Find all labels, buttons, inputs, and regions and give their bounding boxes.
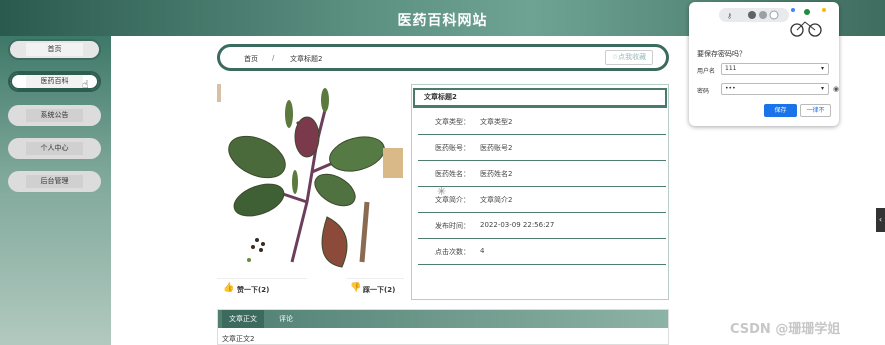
username-field[interactable]: 111 ▾ xyxy=(721,63,829,75)
favorite-button[interactable]: ☆点我收藏 xyxy=(605,50,653,65)
info-row-type: 文章类型： 文章类型2 xyxy=(418,109,666,135)
breadcrumb-current: 文章标题2 xyxy=(290,55,323,63)
like-button[interactable]: 👍 赞一下(2) xyxy=(217,278,307,300)
info-row-name: 医药姓名： 医药姓名2 xyxy=(418,161,666,187)
image-edge-tab-right xyxy=(383,148,403,178)
image-edge-tab-left xyxy=(217,84,221,102)
password-value: ••• xyxy=(725,85,736,92)
info-key: 发布时间： xyxy=(435,222,470,230)
chevron-down-icon[interactable]: ▾ xyxy=(821,64,824,74)
sidebar-item-personal-center[interactable]: 个人中心 xyxy=(8,138,101,159)
article-info-panel: 文章标题2 文章类型： 文章类型2 医药账号： 医药账号2 医药姓名： 医药姓名… xyxy=(411,84,669,300)
herb-plant-image xyxy=(228,88,385,268)
tab-bar: 文章正文 评论 xyxy=(218,310,668,328)
info-value: 4 xyxy=(480,247,485,255)
breadcrumb-home[interactable]: 首页 xyxy=(244,54,258,64)
herb-illustration xyxy=(217,82,404,297)
password-illustration: ⚷ xyxy=(719,8,826,37)
content-tabs: 文章正文 评论 文章正文2 xyxy=(217,309,669,345)
info-value: 医药账号2 xyxy=(480,144,513,152)
tab-article-body[interactable]: 文章正文 xyxy=(222,310,264,328)
info-value: 2022-03-09 22:56:27 xyxy=(480,221,555,229)
info-row-summary: 文章简介： 文章简介2 xyxy=(418,187,666,213)
sidebar-item-label: 个人中心 xyxy=(26,142,83,155)
svg-text:⚷: ⚷ xyxy=(727,12,732,20)
password-field[interactable]: ••• ▾ xyxy=(721,83,829,95)
watermark: CSDN @珊珊学姐 xyxy=(730,322,841,337)
password-label: 密码 xyxy=(697,88,710,95)
dislike-button[interactable]: 👎 踩一下(2) xyxy=(346,278,404,300)
breadcrumb-separator: / xyxy=(272,54,275,62)
eye-icon[interactable]: ◉ xyxy=(833,85,839,93)
info-key: 文章类型： xyxy=(435,118,470,126)
sidebar-item-home[interactable]: 首页 xyxy=(8,39,101,60)
info-row-click-count: 点击次数： 4 xyxy=(418,239,666,265)
dislike-label: 踩一下(2) xyxy=(363,286,396,294)
chevron-left-icon[interactable]: ‹ xyxy=(876,208,885,232)
breadcrumb: 首页 / 文章标题2 ☆点我收藏 xyxy=(217,44,669,71)
thumbs-down-icon: 👎 xyxy=(350,283,362,293)
tab-comments[interactable]: 评论 xyxy=(272,310,300,328)
username-label: 用户名 xyxy=(697,68,716,75)
info-row-publish-time: 发布时间： 2022-03-09 22:56:27 xyxy=(418,213,666,239)
info-key: 医药账号： xyxy=(435,144,470,152)
info-value: 医药姓名2 xyxy=(480,170,513,178)
sidebar-item-admin[interactable]: 后台管理 xyxy=(8,171,101,192)
like-label: 赞一下(2) xyxy=(237,286,270,294)
username-value: 111 xyxy=(725,65,737,72)
sidebar-item-label: 后台管理 xyxy=(26,175,83,188)
sidebar-item-label: 系统公告 xyxy=(26,109,83,122)
info-row-account: 医药账号： 医药账号2 xyxy=(418,135,666,161)
info-key: 点击次数： xyxy=(435,248,470,256)
sidebar-item-announcements[interactable]: 系统公告 xyxy=(8,105,101,126)
save-password-question: 要保存密码吗？ xyxy=(697,50,746,58)
info-value: 文章类型2 xyxy=(480,118,513,126)
thumbs-up-icon: 👍 xyxy=(223,283,235,293)
sidebar-item-label: 首页 xyxy=(26,43,83,56)
hand-cursor-icon: ☝ xyxy=(82,78,89,91)
info-value: 文章简介2 xyxy=(480,196,513,204)
save-password-popup: ⚷ 要保存密码吗？ 用户名 111 ▾ 密码 ••• ▾ ◉ 保存 一律不 xyxy=(689,2,839,126)
loading-spinner-icon: ✳ xyxy=(437,185,447,198)
sidebar-item-label: 医药百科 xyxy=(26,75,83,88)
article-body-text: 文章正文2 xyxy=(222,335,255,343)
chevron-down-icon[interactable]: ▾ xyxy=(821,84,824,94)
article-title: 文章标题2 xyxy=(413,88,667,108)
info-key: 医药姓名： xyxy=(435,170,470,178)
save-password-button[interactable]: 保存 xyxy=(764,104,797,117)
never-save-button[interactable]: 一律不 xyxy=(800,104,831,117)
